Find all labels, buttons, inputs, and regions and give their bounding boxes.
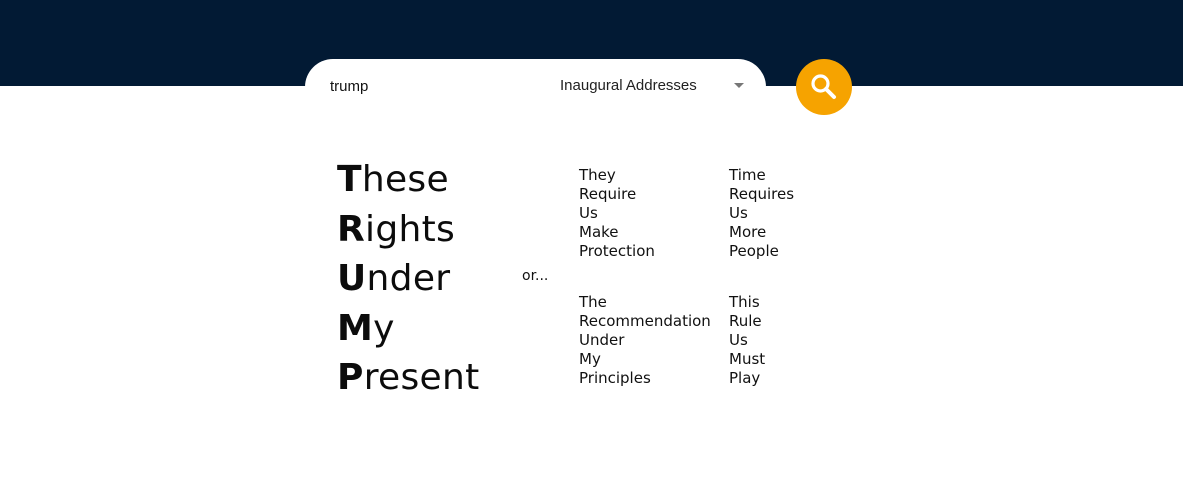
acronym-initial: P [337, 357, 364, 398]
alternative-word: Make [579, 223, 619, 241]
acronym-rest: hese [361, 159, 449, 200]
or-label: or... [522, 268, 549, 284]
alternative-word: Rule [729, 312, 762, 330]
search-input[interactable] [327, 73, 533, 99]
alternative-word: Us [729, 331, 748, 349]
alternative-word: My [579, 350, 601, 368]
dropdown-arrow-icon [734, 83, 744, 88]
alternative-word: Requires [729, 185, 795, 203]
alternative-word: Recommendation [579, 312, 711, 330]
acronym-initial: R [337, 208, 366, 250]
alternative-word: This [729, 293, 760, 311]
acronym-rest: ights [365, 208, 456, 250]
acronym-word: Under [337, 254, 479, 304]
search-icon [811, 74, 836, 99]
acronym-word: Rights [337, 205, 479, 255]
alternative-word: Must [729, 350, 766, 368]
alternative-word: Under [579, 331, 625, 349]
acronym-initial: U [337, 258, 367, 299]
acronym-word: These [337, 155, 479, 205]
acronym-word: My [337, 304, 479, 354]
acronym-initial: M [337, 307, 374, 349]
alternative-word: Require [579, 185, 637, 203]
acronym-result: These Rights Under My Present [337, 155, 479, 403]
acronym-rest: resent [363, 357, 480, 398]
alternative-acronym: Time Requires Us More People [729, 166, 794, 261]
alternative-word: Play [729, 369, 761, 387]
alternative-word: More [729, 223, 767, 241]
acronym-word: Present [337, 353, 479, 403]
alternative-acronym: This Rule Us Must Play [729, 293, 765, 388]
acronym-initial: T [337, 159, 362, 200]
alternative-word: Principles [579, 369, 651, 387]
alternative-word: Protection [579, 242, 655, 260]
alternative-acronym: They Require Us Make Protection [579, 166, 655, 261]
search-button[interactable] [796, 59, 852, 115]
alternative-word: The [579, 293, 607, 311]
alternative-acronym: The Recommendation Under My Principles [579, 293, 711, 388]
alternative-word: Time [729, 166, 766, 184]
alternative-word: Us [729, 204, 748, 222]
alternative-word: People [729, 242, 779, 260]
alternative-word: They [579, 166, 616, 184]
collection-select[interactable]: Inaugural Addresses [560, 73, 746, 99]
search-bar: Inaugural Addresses [305, 59, 766, 119]
acronym-rest: nder [366, 258, 451, 299]
collection-select-label: Inaugural Addresses [560, 77, 697, 94]
alternative-word: Us [579, 204, 598, 222]
acronym-rest: y [373, 307, 395, 349]
